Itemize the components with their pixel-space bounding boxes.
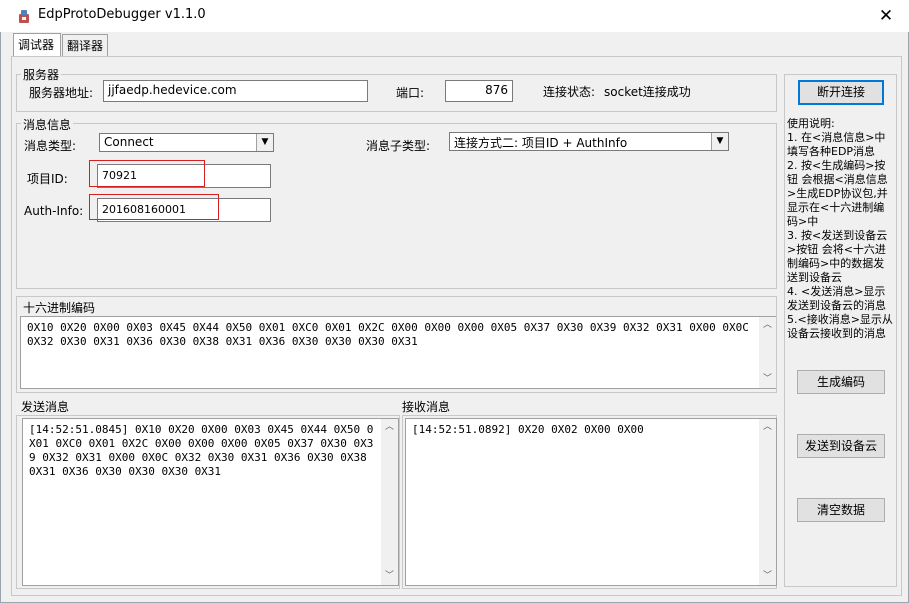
message-subtype-label: 消息子类型: bbox=[366, 139, 431, 153]
generate-code-button[interactable]: 生成编码 bbox=[797, 370, 885, 394]
scroll-up-icon[interactable]: ︿ bbox=[381, 419, 398, 436]
connection-status-value: socket连接成功 bbox=[604, 85, 691, 99]
clear-data-button[interactable]: 清空数据 bbox=[797, 498, 885, 522]
disconnect-button[interactable]: 断开连接 bbox=[798, 80, 884, 105]
send-label: 发送消息 bbox=[21, 400, 70, 414]
receive-label: 接收消息 bbox=[402, 400, 451, 414]
send-textarea[interactable]: [14:52:51.0845] 0X10 0X20 0X00 0X03 0X45… bbox=[22, 418, 399, 586]
server-address-input[interactable]: jjfaedp.hedevice.com bbox=[103, 80, 368, 102]
tab-debugger[interactable]: 调试器 bbox=[13, 33, 61, 57]
port-input[interactable]: 876 bbox=[445, 80, 513, 102]
message-type-select[interactable]: Connect ▼ bbox=[99, 133, 274, 152]
server-legend: 服务器 bbox=[21, 66, 62, 83]
message-legend: 消息信息 bbox=[21, 116, 74, 133]
help-step-5: 5.<接收消息>显示从设备云接收到的消息 bbox=[787, 313, 893, 340]
scroll-up-icon[interactable]: ︿ bbox=[759, 317, 776, 334]
hex-scrollbar[interactable]: ︿ ﹀ bbox=[759, 317, 776, 388]
chevron-down-icon[interactable]: ▼ bbox=[256, 134, 273, 151]
auth-info-highlight bbox=[89, 194, 219, 220]
help-text: 使用说明: 1. 在<消息信息>中填写各种EDP消息 2. 按<生成编码>按钮 … bbox=[787, 117, 895, 341]
app-icon bbox=[16, 8, 32, 24]
receive-scrollbar[interactable]: ︿ ﹀ bbox=[759, 419, 776, 585]
receive-textarea[interactable]: [14:52:51.0892] 0X20 0X02 0X00 0X00 bbox=[405, 418, 777, 586]
message-type-value: Connect bbox=[104, 135, 154, 149]
help-step-4: 4. <发送消息>显示发送到设备云的消息 bbox=[787, 285, 886, 312]
tab-translator[interactable]: 翻译器 bbox=[62, 34, 108, 56]
send-to-cloud-button[interactable]: 发送到设备云 bbox=[797, 434, 885, 458]
window-title: EdpProtoDebugger v1.1.0 bbox=[38, 7, 206, 22]
help-title: 使用说明: bbox=[787, 117, 835, 130]
message-type-label: 消息类型: bbox=[24, 139, 77, 153]
help-step-3: 3. 按<发送到设备云>按钮 会将<十六进制编码>中的数据发送到设备云 bbox=[787, 229, 888, 284]
auth-info-label: Auth-Info: bbox=[24, 204, 84, 218]
project-id-highlight bbox=[89, 160, 205, 187]
hex-textarea[interactable]: 0X10 0X20 0X00 0X03 0X45 0X44 0X50 0X01 … bbox=[20, 316, 776, 389]
close-icon[interactable]: ✕ bbox=[868, 4, 904, 28]
message-subtype-value: 连接方式二: 项目ID + AuthInfo bbox=[454, 136, 628, 150]
help-step-2: 2. 按<生成编码>按钮 会根据<消息信息>生成EDP协议包,并显示在<十六进制… bbox=[787, 159, 888, 228]
scroll-down-icon[interactable]: ﹀ bbox=[759, 371, 776, 388]
send-scrollbar[interactable]: ︿ ﹀ bbox=[381, 419, 398, 585]
hex-legend: 十六进制编码 bbox=[21, 299, 98, 316]
help-step-1: 1. 在<消息信息>中填写各种EDP消息 bbox=[787, 131, 886, 158]
scroll-down-icon[interactable]: ﹀ bbox=[381, 568, 398, 585]
project-id-label: 项目ID: bbox=[27, 172, 68, 186]
chevron-down-icon[interactable]: ▼ bbox=[711, 133, 728, 150]
server-address-label: 服务器地址: bbox=[29, 86, 94, 100]
connection-status-label: 连接状态: bbox=[543, 85, 596, 99]
scroll-up-icon[interactable]: ︿ bbox=[759, 419, 776, 436]
message-subtype-select[interactable]: 连接方式二: 项目ID + AuthInfo ▼ bbox=[449, 132, 729, 151]
scroll-down-icon[interactable]: ﹀ bbox=[759, 568, 776, 585]
port-label: 端口: bbox=[396, 86, 425, 100]
